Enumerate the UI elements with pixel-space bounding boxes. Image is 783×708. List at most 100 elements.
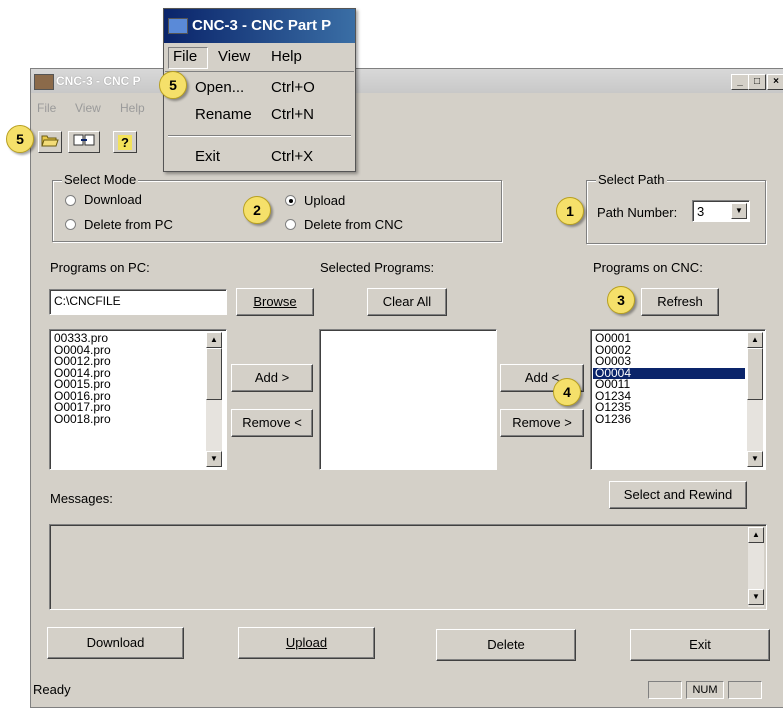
delete-button[interactable]: Delete	[436, 629, 576, 661]
upload-button[interactable]: Upload	[238, 627, 375, 659]
radio-upload-label: Upload	[304, 193, 346, 208]
upload-label: Upload	[285, 635, 328, 650]
select-mode-group	[52, 180, 502, 242]
clear-all-button[interactable]: Clear All	[367, 288, 447, 316]
menu-divider	[165, 71, 354, 72]
radio-download[interactable]	[65, 195, 76, 206]
help-icon: ?	[118, 135, 132, 150]
programs-pc-label: Programs on PC:	[50, 260, 150, 275]
scroll-down-icon[interactable]: ▼	[747, 451, 763, 467]
remove-cnc-label: Remove >	[512, 415, 572, 430]
callout-badge: 4	[553, 378, 581, 406]
radio-delete-pc-label: Delete from PC	[84, 217, 173, 232]
scroll-down-icon[interactable]: ▼	[206, 451, 222, 467]
popup-menu-file[interactable]: File	[168, 47, 208, 69]
scroll-up-icon[interactable]: ▲	[747, 332, 763, 348]
callout-badge: 1	[556, 197, 584, 225]
open-folder-button[interactable]	[38, 131, 62, 153]
scroll-thumb[interactable]	[206, 348, 222, 400]
status-pane-empty	[648, 681, 682, 699]
select-rewind-button[interactable]: Select and Rewind	[609, 481, 747, 509]
scroll-up-icon[interactable]: ▲	[748, 527, 764, 543]
path-number-label: Path Number:	[597, 205, 678, 220]
menu-item-rename[interactable]: Rename	[195, 106, 252, 123]
radio-delete-pc[interactable]	[65, 219, 76, 230]
menu-view[interactable]: View	[75, 101, 101, 115]
maximize-button[interactable]: □	[748, 74, 766, 90]
popup-title-bar: CNC-3 - CNC Part P	[164, 9, 355, 43]
menu-item-open[interactable]: Open...	[195, 79, 244, 96]
add-cnc-label: Add <	[524, 370, 560, 385]
title-bar: CNC-3 - CNC P _ □ ×	[31, 69, 783, 93]
list-item[interactable]: O0018.pro	[52, 413, 202, 426]
download-label: Download	[86, 635, 145, 650]
messages-box[interactable]: ▲ ▼	[49, 524, 767, 610]
menu-item-open-shortcut: Ctrl+O	[271, 79, 315, 96]
minimize-button[interactable]: _	[731, 74, 749, 90]
scroll-up-icon[interactable]: ▲	[206, 332, 222, 348]
add-label: Add >	[254, 370, 290, 385]
programs-cnc-label: Programs on CNC:	[593, 260, 703, 275]
remove-to-cnc-button[interactable]: Remove >	[500, 409, 584, 437]
add-to-selected-button[interactable]: Add >	[231, 364, 313, 392]
callout-badge: 3	[607, 286, 635, 314]
delete-label: Delete	[487, 637, 525, 652]
send-button[interactable]	[68, 131, 100, 153]
download-button[interactable]: Download	[47, 627, 184, 659]
radio-delete-cnc[interactable]	[285, 219, 296, 230]
pc-path-input[interactable]: C:\CNCFILE	[49, 289, 227, 315]
path-number-value: 3	[697, 204, 705, 219]
radio-download-label: Download	[84, 192, 142, 207]
close-button[interactable]: ×	[767, 74, 783, 90]
menu-separator	[168, 135, 351, 137]
status-bar: Ready NUM	[31, 680, 783, 700]
select-mode-legend: Select Mode	[62, 172, 139, 187]
radio-delete-cnc-label: Delete from CNC	[304, 217, 403, 232]
callout-badge: 5	[159, 71, 187, 99]
status-pane-empty	[728, 681, 762, 699]
menu-help[interactable]: Help	[120, 101, 145, 115]
selected-program-list[interactable]	[319, 329, 497, 470]
exit-label: Exit	[689, 637, 711, 652]
window-title: CNC-3 - CNC P	[56, 74, 141, 88]
callout-badge: 2	[243, 196, 271, 224]
app-icon	[168, 18, 188, 34]
remove-from-selected-button[interactable]: Remove <	[231, 409, 313, 437]
clear-all-label: Clear All	[382, 294, 432, 309]
menu-item-rename-shortcut: Ctrl+N	[271, 106, 314, 123]
callout-badge: 5	[6, 125, 34, 153]
messages-scrollbar[interactable]: ▲ ▼	[748, 527, 764, 607]
pc-path-value: C:\CNCFILE	[54, 294, 121, 308]
pc-program-list[interactable]: 00333.pro O0004.pro O0012.pro O0014.pro …	[49, 329, 227, 470]
num-lock-indicator: NUM	[686, 681, 724, 699]
path-number-select[interactable]: 3 ▼	[692, 200, 750, 222]
list-item[interactable]: O1236	[593, 413, 745, 426]
cnc-list-scrollbar[interactable]: ▲ ▼	[747, 332, 763, 467]
menu-item-exit[interactable]: Exit	[195, 148, 220, 165]
selected-programs-label: Selected Programs:	[320, 260, 435, 275]
app-icon	[34, 74, 54, 90]
select-rewind-label: Select and Rewind	[623, 487, 733, 502]
popup-menu-view[interactable]: View	[218, 48, 250, 65]
refresh-button[interactable]: Refresh	[641, 288, 719, 316]
chevron-down-icon[interactable]: ▼	[731, 203, 747, 219]
menu-file[interactable]: File	[37, 101, 56, 115]
help-button[interactable]: ?	[113, 131, 137, 153]
popup-menu-help[interactable]: Help	[271, 48, 302, 65]
scroll-down-icon[interactable]: ▼	[748, 589, 764, 605]
scroll-thumb[interactable]	[747, 348, 763, 400]
file-menu-popup: CNC-3 - CNC Part P File View Help Open..…	[163, 8, 356, 172]
exit-button[interactable]: Exit	[630, 629, 770, 661]
pc-list-items: 00333.pro O0004.pro O0012.pro O0014.pro …	[52, 332, 202, 426]
radio-upload[interactable]	[285, 195, 296, 206]
pc-list-scrollbar[interactable]: ▲ ▼	[206, 332, 222, 467]
select-path-legend: Select Path	[596, 172, 667, 187]
remove-label: Remove <	[242, 415, 302, 430]
cnc-list-items: O0001 O0002 O0003 O0004 O0011 O1234 O123…	[593, 332, 745, 426]
cnc-program-list[interactable]: O0001 O0002 O0003 O0004 O0011 O1234 O123…	[590, 329, 766, 470]
send-icon	[73, 134, 95, 150]
browse-button[interactable]: Browse	[236, 288, 314, 316]
popup-title: CNC-3 - CNC Part P	[192, 17, 332, 34]
refresh-label: Refresh	[657, 294, 703, 309]
browse-label: Browse	[253, 294, 297, 309]
